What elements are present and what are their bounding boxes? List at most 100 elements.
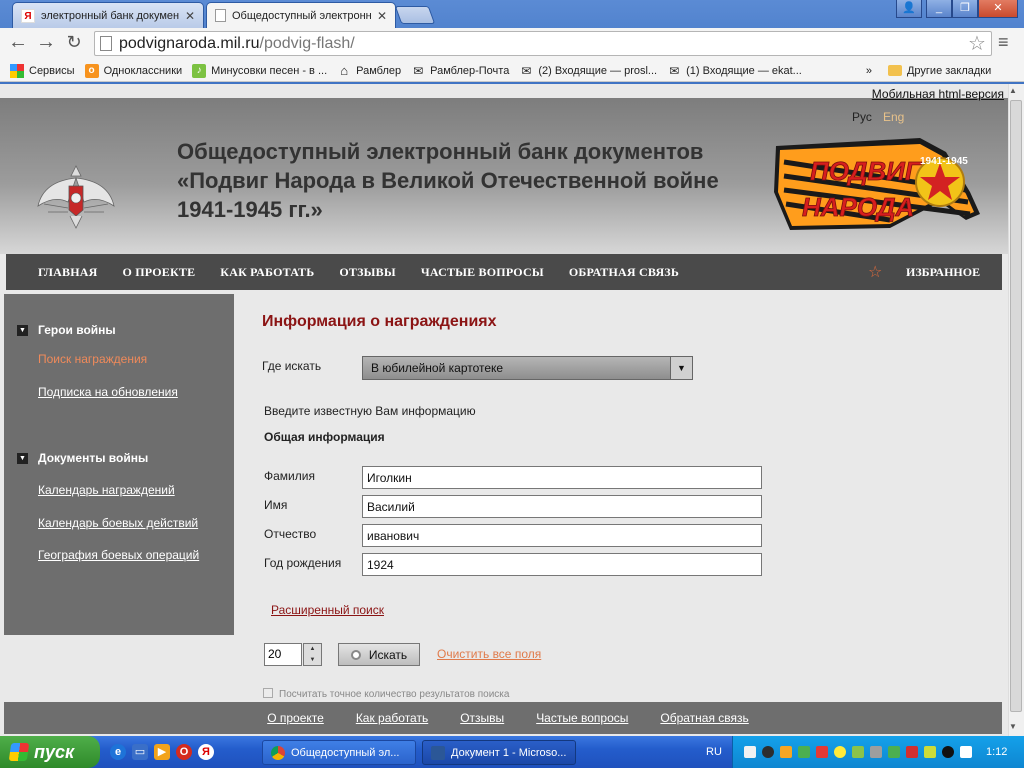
tray-icon[interactable] — [888, 746, 900, 758]
bookmark-services[interactable]: Сервисы — [10, 63, 75, 78]
footer-link-faq[interactable]: Частые вопросы — [536, 711, 628, 725]
scroll-down-icon[interactable]: ▼ — [1009, 722, 1017, 731]
close-icon[interactable]: ✕ — [377, 9, 387, 23]
speaker-icon[interactable] — [960, 746, 972, 758]
patronymic-label: Отчество — [264, 527, 317, 541]
bookmark-label: Другие закладки — [906, 64, 992, 77]
surname-field[interactable] — [362, 466, 762, 489]
sidebar-item-award-calendar[interactable]: Календарь награждений — [38, 483, 175, 497]
scroll-up-icon[interactable]: ▲ — [1009, 86, 1017, 95]
minimize-button[interactable]: _ — [926, 0, 952, 18]
bookmark-label: (1) Входящие — ekat... — [686, 64, 802, 77]
user-icon[interactable]: 👤 — [896, 0, 922, 18]
nav-faq[interactable]: ЧАСТЫЕ ВОПРОСЫ — [421, 265, 544, 280]
name-field[interactable] — [362, 495, 762, 518]
advanced-search-link[interactable]: Расширенный поиск — [271, 603, 384, 617]
results-count-input[interactable]: 20 — [264, 643, 302, 666]
yandex-browser-icon[interactable]: Я — [198, 744, 214, 760]
spin-up-icon[interactable]: ▲ — [304, 644, 321, 655]
close-icon[interactable]: ✕ — [185, 9, 195, 23]
tray-icon[interactable] — [798, 746, 810, 758]
ie-icon[interactable]: e — [110, 744, 126, 760]
forward-icon[interactable]: → — [34, 31, 58, 55]
tray-icon[interactable] — [942, 746, 954, 758]
where-select[interactable]: В юбилейной картотеке ▼ — [362, 356, 693, 380]
patronymic-field[interactable] — [362, 524, 762, 547]
form-section-general: Общая информация — [264, 430, 385, 444]
opera-icon[interactable]: O — [176, 744, 192, 760]
tray-icon[interactable] — [762, 746, 774, 758]
back-icon[interactable]: ← — [6, 31, 30, 55]
start-label: пуск — [34, 741, 75, 762]
footer-link-how-to[interactable]: Как работать — [356, 711, 428, 725]
sidebar-item-subscribe[interactable]: Подписка на обновления — [38, 385, 178, 399]
dropdown-arrow-icon[interactable]: ▼ — [670, 357, 692, 379]
nav-favorites[interactable]: ИЗБРАННОЕ — [906, 265, 980, 280]
tray-icon[interactable] — [852, 746, 864, 758]
tray-icon[interactable] — [870, 746, 882, 758]
nav-home[interactable]: ГЛАВНАЯ — [38, 265, 98, 280]
scrollbar-thumb[interactable] — [1010, 100, 1022, 712]
nav-how-to[interactable]: КАК РАБОТАТЬ — [220, 265, 314, 280]
lang-ru-link[interactable]: Рус — [852, 110, 872, 124]
footer-link-reviews[interactable]: Отзывы — [460, 711, 504, 725]
tray-icon[interactable] — [834, 746, 846, 758]
birth-year-field[interactable] — [362, 553, 762, 576]
nav-reviews[interactable]: ОТЗЫВЫ — [339, 265, 395, 280]
tab-title: Общедоступный электронн — [232, 9, 371, 22]
task-chrome[interactable]: Общедоступный эл... — [262, 740, 416, 765]
mobile-version-link[interactable]: Мобильная html-версия — [872, 87, 1004, 101]
nav-about[interactable]: О ПРОЕКТЕ — [123, 265, 196, 280]
reload-icon[interactable]: ↻ — [62, 31, 86, 55]
bookmark-odnoklassniki[interactable]: о Одноклассники — [84, 63, 182, 78]
tab-yandex[interactable]: Я электронный банк докумен ✕ — [12, 2, 204, 28]
lang-en-link[interactable]: Eng — [883, 110, 904, 124]
search-icon — [350, 649, 361, 660]
name-label: Имя — [264, 498, 288, 512]
footer-link-about[interactable]: О проекте — [267, 711, 324, 725]
exact-count-checkbox[interactable] — [263, 688, 273, 698]
chevron-icon: » — [865, 64, 872, 77]
nav-feedback[interactable]: ОБРАТНАЯ СВЯЗЬ — [569, 265, 679, 280]
restore-button[interactable]: ❐ — [952, 0, 978, 18]
tray-icon[interactable] — [906, 746, 918, 758]
new-tab-button[interactable] — [394, 6, 436, 24]
tray-icon[interactable] — [924, 746, 936, 758]
collapse-triangle-icon: ▼ — [17, 452, 28, 464]
bookmark-inbox-prosl[interactable]: ✉ (2) Входящие — prosl... — [519, 64, 657, 78]
start-button[interactable]: пуск — [0, 736, 100, 768]
eagle-emblem-icon — [37, 165, 115, 229]
tray-icon[interactable] — [744, 746, 756, 758]
sidebar-item-battle-geography[interactable]: География боевых операций — [38, 548, 199, 562]
tray-icon[interactable] — [816, 746, 828, 758]
bookmark-star-icon[interactable]: ☆ — [968, 31, 986, 56]
search-button[interactable]: Искать — [338, 643, 420, 666]
sidebar-item-award-search[interactable]: Поиск награждения — [38, 352, 147, 366]
clear-fields-link[interactable]: Очистить все поля — [437, 647, 541, 661]
bookmark-rambler-mail[interactable]: ✉ Рамблер-Почта — [411, 64, 509, 78]
favorites-star-icon[interactable]: ☆ — [868, 262, 882, 282]
tray-icon[interactable] — [780, 746, 792, 758]
other-bookmarks[interactable]: Другие закладки — [887, 64, 992, 77]
spin-down-icon[interactable]: ▼ — [304, 655, 321, 666]
close-window-button[interactable]: ✕ — [978, 0, 1018, 18]
language-indicator[interactable]: RU — [706, 746, 722, 758]
menu-icon[interactable]: ≡ — [998, 32, 1009, 53]
exact-count-label: Посчитать точное количество результатов … — [279, 689, 510, 700]
sidebar-section-heroes[interactable]: ▼ Герои войны — [17, 323, 116, 337]
media-icon[interactable]: ▶ — [154, 744, 170, 760]
results-count-stepper[interactable]: ▲ ▼ — [303, 643, 322, 666]
bookmark-rambler[interactable]: ⌂ Рамблер — [337, 63, 401, 78]
tab-podvig[interactable]: Общедоступный электронн ✕ — [206, 2, 396, 28]
bookmarks-overflow[interactable]: » — [866, 65, 872, 77]
bookmark-inbox-ekat[interactable]: ✉ (1) Входящие — ekat... — [667, 64, 802, 78]
footer-link-feedback[interactable]: Обратная связь — [660, 711, 748, 725]
address-bar[interactable]: podvignaroda.mil.ru/podvig-flash/ — [94, 31, 992, 56]
show-desktop-icon[interactable]: ▭ — [132, 744, 148, 760]
windows-logo-icon — [8, 743, 30, 761]
sidebar-section-documents[interactable]: ▼ Документы войны — [17, 451, 148, 465]
task-word[interactable]: Документ 1 - Microso... — [422, 740, 576, 765]
bookmark-minusovki[interactable]: ♪ Минусовки песен - в ... — [192, 63, 327, 78]
clock: 1:12 — [986, 746, 1008, 758]
sidebar-item-battle-calendar[interactable]: Календарь боевых действий — [38, 516, 198, 530]
